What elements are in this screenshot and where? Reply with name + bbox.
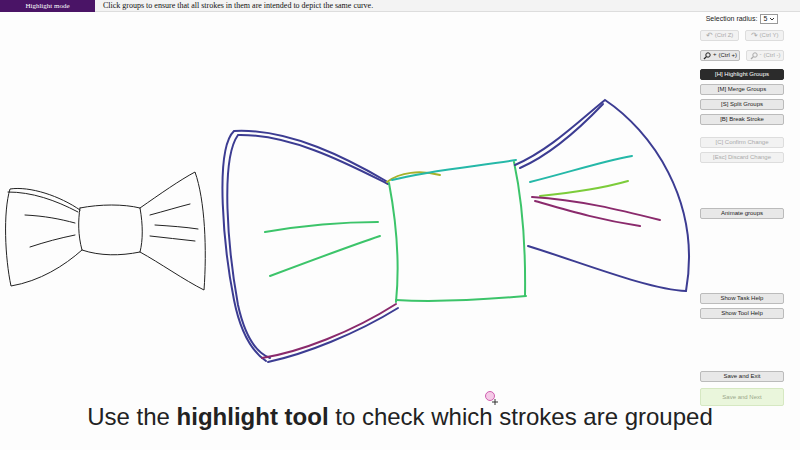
stroke[interactable] bbox=[530, 156, 632, 182]
caption-part: highlight tool bbox=[177, 403, 329, 430]
tool-buttons: [H] Highlight Groups [M] Merge Groups [S] … bbox=[700, 69, 784, 125]
stroke[interactable] bbox=[392, 160, 516, 180]
stroke[interactable] bbox=[389, 183, 398, 302]
magnifier-icon bbox=[703, 52, 711, 60]
stroke[interactable] bbox=[514, 162, 525, 296]
button-label: Show Tool Help bbox=[721, 309, 763, 318]
stroke[interactable] bbox=[222, 131, 386, 361]
button-label: (Ctrl Y) bbox=[760, 31, 779, 40]
button-label: Show Task Help bbox=[721, 294, 764, 303]
stroke[interactable] bbox=[515, 100, 689, 291]
undo-icon: ↶ bbox=[706, 31, 713, 40]
button-label: Animate groups bbox=[721, 209, 763, 218]
selection-radius-label: Selection radius: bbox=[706, 15, 758, 23]
tool-button[interactable]: [B] Break Stroke bbox=[700, 114, 784, 125]
reference-stroke bbox=[140, 172, 205, 290]
animate-button[interactable]: Animate groups bbox=[700, 208, 784, 219]
cursor-icon bbox=[482, 388, 500, 406]
save-exit-button[interactable]: Save and Exit bbox=[700, 371, 784, 382]
stroke[interactable] bbox=[268, 308, 398, 362]
button-label: [C] Confirm Change bbox=[715, 138, 768, 147]
history-buttons: ↶(Ctrl Z) ↷(Ctrl Y) bbox=[700, 30, 784, 41]
reference-stroke bbox=[155, 225, 198, 229]
change-buttons: [C] Confirm Change [Esc] Discard Change bbox=[700, 137, 784, 163]
button-label: [M] Merge Groups bbox=[718, 85, 766, 94]
reference-stroke bbox=[30, 235, 75, 247]
stroke[interactable] bbox=[535, 201, 640, 226]
reference-stroke bbox=[6, 188, 82, 286]
stroke[interactable] bbox=[396, 296, 526, 301]
crosshair-icon bbox=[482, 388, 500, 406]
stroke[interactable] bbox=[262, 304, 396, 358]
caption: Use the highlight tool to check which st… bbox=[0, 402, 800, 432]
top-bar: Highlight mode Click groups to ensure tha… bbox=[0, 0, 800, 12]
stroke[interactable] bbox=[540, 181, 628, 196]
tool-button[interactable]: [S] Split Groups bbox=[700, 99, 784, 110]
redo-button: ↷(Ctrl Y) bbox=[745, 30, 784, 41]
zoom-in-button[interactable]: +(Ctrl +) bbox=[700, 50, 740, 61]
magnifier-icon bbox=[750, 52, 758, 60]
selection-radius-value: 5 bbox=[763, 15, 767, 23]
stroke[interactable] bbox=[387, 172, 440, 182]
app: Highlight mode Click groups to ensure tha… bbox=[0, 0, 800, 450]
button-label: [H] Highlight Groups bbox=[715, 70, 769, 79]
button-label: [S] Split Groups bbox=[721, 100, 763, 109]
zoom-buttons: +(Ctrl +) -(Ctrl -) bbox=[700, 50, 784, 61]
stroke[interactable] bbox=[520, 104, 603, 168]
selection-radius: Selection radius: 5 bbox=[700, 15, 784, 23]
button-label: Save and Next bbox=[722, 393, 761, 402]
mode-badge: Highlight mode bbox=[0, 0, 95, 12]
redo-icon: ↷ bbox=[751, 31, 758, 40]
tool-panel: Selection radius:5↶(Ctrl Z)↷(Ctrl Y)+(Ct… bbox=[695, 12, 800, 450]
tool-button[interactable]: [H] Highlight Groups bbox=[700, 69, 784, 80]
reference-stroke bbox=[150, 236, 195, 241]
reference-stroke bbox=[25, 215, 75, 223]
reference-stroke bbox=[8, 192, 78, 212]
reference-stroke bbox=[79, 205, 143, 255]
button-label: (Ctrl Z) bbox=[715, 31, 734, 40]
button-label: [Esc] Discard Change bbox=[713, 153, 771, 162]
zoom-out-button: -(Ctrl -) bbox=[746, 50, 784, 61]
tool-button[interactable]: [M] Merge Groups bbox=[700, 84, 784, 95]
chevron-down-icon bbox=[769, 16, 775, 22]
button-label: (Ctrl -) bbox=[764, 51, 781, 60]
help-buttons: Show Task Help Show Tool Help bbox=[700, 293, 784, 319]
zoom-sign: + bbox=[713, 51, 717, 57]
zoom-sign: - bbox=[760, 51, 762, 57]
instruction-text: Click groups to ensure that all strokes … bbox=[103, 0, 373, 12]
drawing-canvas[interactable] bbox=[0, 12, 695, 450]
button-label: [B] Break Stroke bbox=[720, 115, 764, 124]
selection-radius-select[interactable]: 5 bbox=[760, 14, 778, 24]
confirm-button: [C] Confirm Change bbox=[700, 137, 784, 148]
caption-part: Use the bbox=[87, 403, 176, 430]
help-button[interactable]: Show Tool Help bbox=[700, 308, 784, 319]
undo-button: ↶(Ctrl Z) bbox=[700, 30, 739, 41]
discard-button: [Esc] Discard Change bbox=[700, 152, 784, 163]
sketch-drawing[interactable] bbox=[0, 12, 695, 450]
reference-stroke bbox=[150, 204, 190, 215]
stroke[interactable] bbox=[270, 236, 380, 276]
button-label: (Ctrl +) bbox=[719, 51, 738, 60]
stroke[interactable] bbox=[265, 222, 378, 232]
help-button[interactable]: Show Task Help bbox=[700, 293, 784, 304]
save-buttons: Save and Exit Save and Next bbox=[700, 371, 784, 406]
button-label: Save and Exit bbox=[723, 372, 760, 381]
caption-part: to check which strokes are grouped bbox=[329, 403, 713, 430]
stroke[interactable] bbox=[227, 135, 388, 358]
